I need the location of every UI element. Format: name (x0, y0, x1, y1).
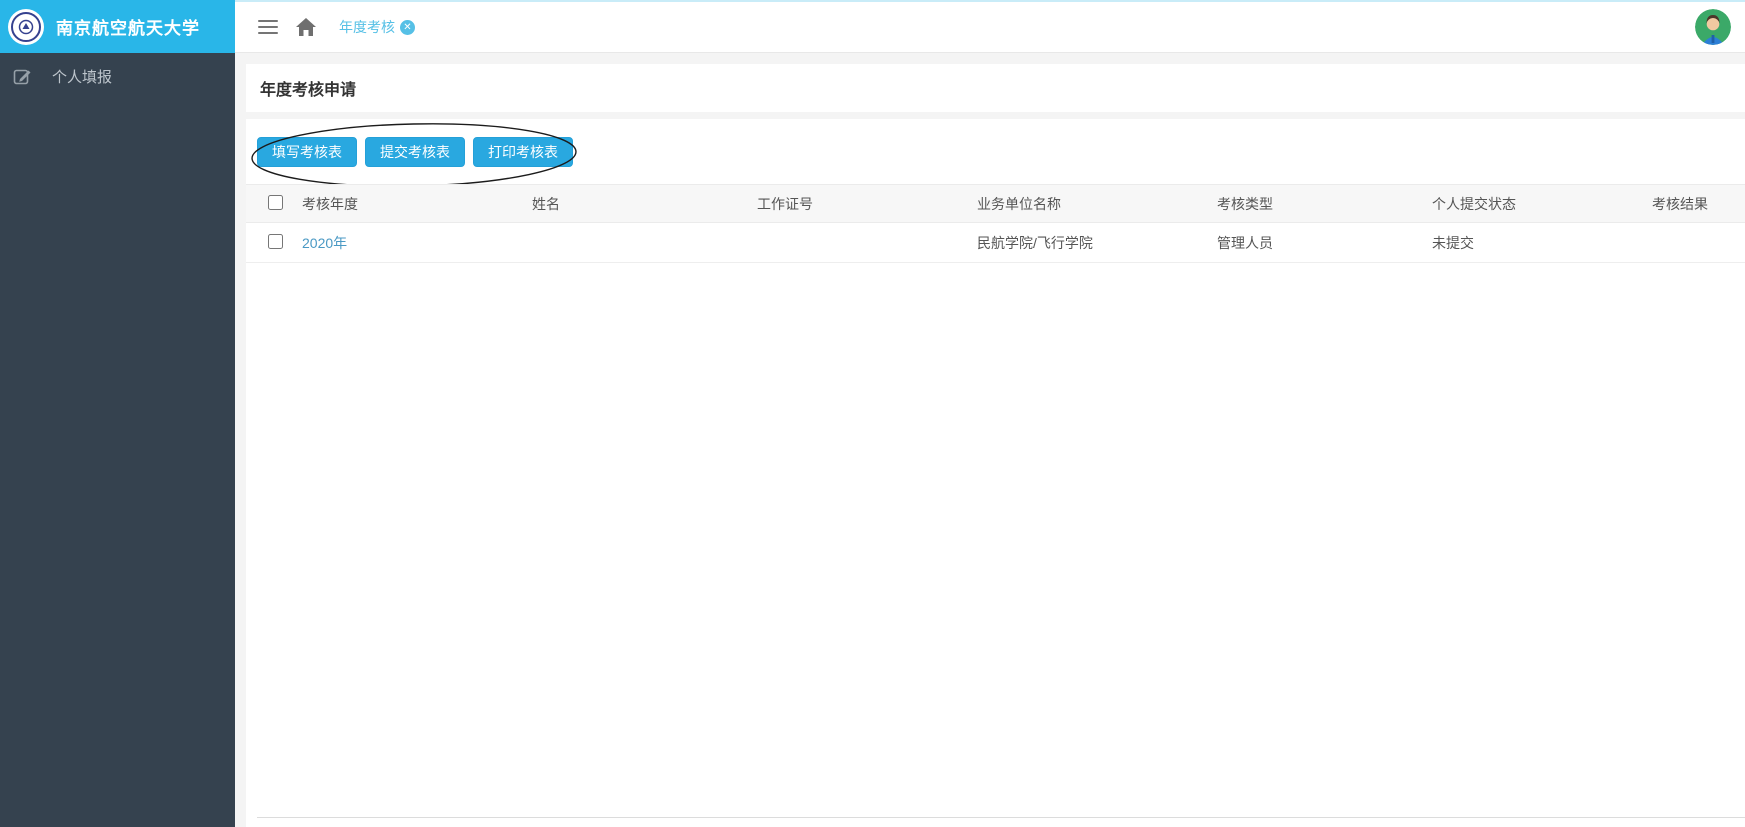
column-header-work-id: 工作证号 (745, 185, 965, 223)
column-header-submit-status: 个人提交状态 (1420, 185, 1640, 223)
tab-label: 年度考核 (339, 17, 395, 37)
tab-annual-assessment[interactable]: 年度考核 ✕ (339, 17, 415, 37)
sidebar-item-label: 个人填报 (52, 66, 112, 87)
submit-assessment-form-button[interactable]: 提交考核表 (365, 137, 465, 167)
brand-header: 南京航空航天大学 (0, 0, 235, 53)
footer-divider (257, 817, 1745, 818)
edit-icon (13, 67, 32, 86)
column-header-name: 姓名 (520, 185, 745, 223)
hamburger-icon[interactable] (258, 16, 278, 38)
cell-work-id (745, 223, 965, 263)
university-name: 南京航空航天大学 (56, 14, 200, 39)
column-header-assessment-type: 考核类型 (1205, 185, 1420, 223)
cell-submit-status: 未提交 (1420, 223, 1640, 263)
cell-assessment-type: 管理人员 (1205, 223, 1420, 263)
column-header-assessment-year: 考核年度 (290, 185, 520, 223)
table-body: 2020年 民航学院/飞行学院管理人员未提交 (246, 223, 1745, 263)
main-content: 年度考核申请 填写考核表提交考核表打印考核表 (235, 53, 1745, 827)
cell-name (520, 223, 745, 263)
table-header-row: 考核年度姓名工作证号业务单位名称考核类型个人提交状态考核结果 (246, 185, 1745, 223)
fill-assessment-form-button[interactable]: 填写考核表 (257, 137, 357, 167)
topbar: 年度考核 ✕ (235, 0, 1745, 53)
assessment-table: 考核年度姓名工作证号业务单位名称考核类型个人提交状态考核结果 2020年 民航学院… (246, 184, 1745, 263)
assessment-year-link[interactable]: 2020年 (302, 235, 347, 251)
content-card: 填写考核表提交考核表打印考核表 (246, 119, 1745, 827)
page-header-card: 年度考核申请 (246, 64, 1745, 112)
cell-unit-name: 民航学院/飞行学院 (965, 223, 1205, 263)
sidebar: 个人填报 (0, 53, 235, 827)
user-avatar-icon[interactable] (1695, 9, 1731, 45)
close-icon[interactable]: ✕ (400, 20, 415, 35)
home-icon[interactable] (295, 17, 317, 37)
cell-assessment-year: 2020年 (290, 223, 520, 263)
column-header-assessment-result: 考核结果 (1640, 185, 1745, 223)
toolbar: 填写考核表提交考核表打印考核表 (257, 137, 573, 167)
app-window: 南京航空航天大学 个人填报 年度考核 ✕ (0, 0, 1745, 827)
university-logo-icon (6, 7, 46, 47)
table-row: 2020年 民航学院/飞行学院管理人员未提交 (246, 223, 1745, 263)
row-checkbox[interactable] (268, 234, 283, 249)
sidebar-item-personal-filing[interactable]: 个人填报 (0, 53, 235, 99)
page-title: 年度考核申请 (260, 76, 356, 100)
print-assessment-form-button[interactable]: 打印考核表 (473, 137, 573, 167)
column-header-unit-name: 业务单位名称 (965, 185, 1205, 223)
select-all-checkbox[interactable] (268, 195, 283, 210)
cell-assessment-result (1640, 223, 1745, 263)
